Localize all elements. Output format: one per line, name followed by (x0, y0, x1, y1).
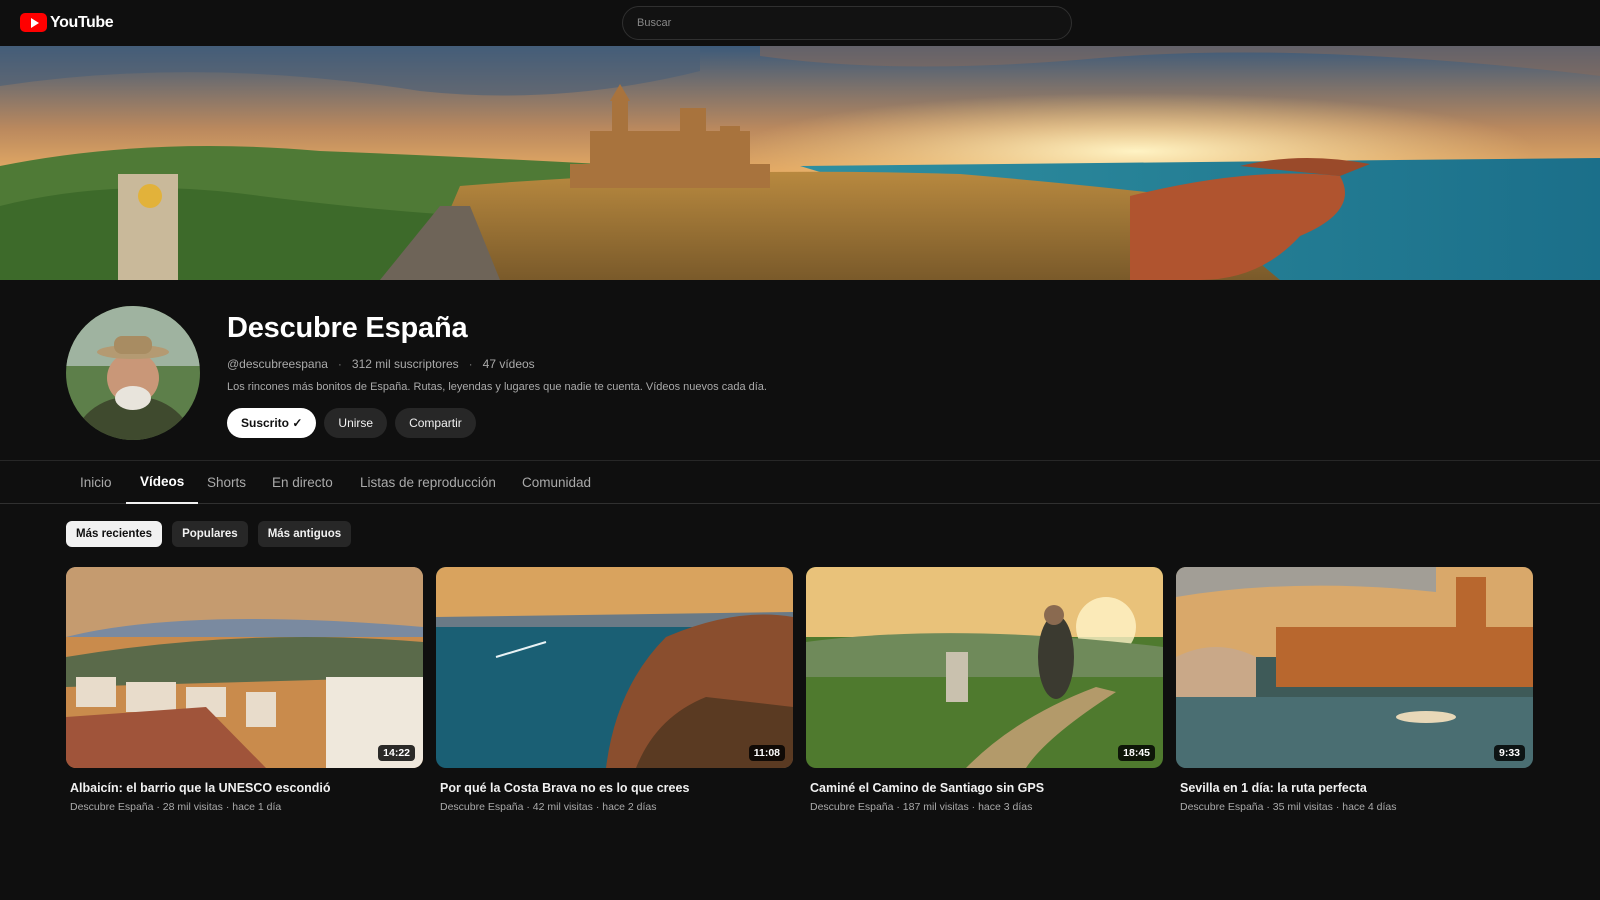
video-title[interactable]: Albaicín: el barrio que la UNESCO escond… (70, 781, 423, 795)
video-meta: Descubre España · 42 mil visitas · hace … (440, 801, 657, 813)
channel-description[interactable]: Los rincones más bonitos de España. Ruta… (227, 381, 767, 393)
video-duration: 18:45 (1118, 745, 1155, 761)
channel-meta: @descubreespana · 312 mil suscriptores ·… (227, 357, 535, 371)
tab-community[interactable]: Comunidad (508, 461, 605, 504)
channel-name: Descubre España (227, 312, 468, 344)
join-button[interactable]: Unirse (324, 408, 388, 438)
video-card[interactable]: 14:22 Albaicín: el barrio que la UNESCO … (66, 567, 423, 813)
meta-separator: · (468, 357, 473, 371)
video-meta: Descubre España · 35 mil visitas · hace … (1180, 801, 1397, 813)
video-thumbnail[interactable]: 14:22 (66, 567, 423, 768)
tab-videos[interactable]: Vídeos (126, 461, 199, 504)
video-duration: 14:22 (378, 745, 415, 761)
video-thumbnail[interactable]: 11:08 (436, 567, 793, 768)
chip-oldest[interactable]: Más antiguos (257, 521, 352, 547)
video-count: 47 vídeos (482, 357, 535, 371)
channel-banner (0, 46, 1600, 280)
channel-actions: Suscrito ✓ Unirse Compartir (227, 408, 476, 438)
subscriber-count: 312 mil suscriptores (351, 357, 459, 371)
subscribed-button[interactable]: Suscrito ✓ (227, 408, 317, 438)
video-card[interactable]: 9:33 Sevilla en 1 día: la ruta perfecta … (1176, 567, 1533, 813)
tab-playlists[interactable]: Listas de reproducción (346, 461, 510, 504)
video-meta: Descubre España · 187 mil visitas · hace… (810, 801, 1033, 813)
youtube-logo[interactable]: YouTube (20, 13, 114, 32)
channel-handle: @descubreespana (227, 357, 328, 371)
sort-chips: Más recientes Populares Más antiguos (66, 521, 352, 547)
video-title[interactable]: Sevilla en 1 día: la ruta perfecta (1180, 781, 1533, 795)
tab-shorts[interactable]: Shorts (193, 461, 260, 504)
channel-avatar[interactable] (66, 306, 200, 440)
video-thumbnail[interactable]: 18:45 (806, 567, 1163, 768)
logo-text: YouTube (50, 13, 114, 31)
video-duration: 9:33 (1493, 745, 1525, 761)
search-input[interactable] (622, 6, 1072, 40)
meta-separator: · (337, 357, 342, 371)
video-card[interactable]: 11:08 Por qué la Costa Brava no es lo qu… (436, 567, 793, 813)
share-button[interactable]: Compartir (395, 408, 476, 438)
tab-en-directo[interactable]: En directo (258, 461, 347, 504)
video-duration: 11:08 (748, 745, 785, 761)
top-bar: YouTube (0, 0, 1600, 46)
video-title[interactable]: Caminé el Camino de Santiago sin GPS (810, 781, 1163, 795)
tab-inicio[interactable]: Inicio (66, 461, 126, 504)
video-title[interactable]: Por qué la Costa Brava no es lo que cree… (440, 781, 793, 795)
video-meta: Descubre España · 28 mil visitas · hace … (70, 801, 282, 813)
video-thumbnail[interactable]: 9:33 (1176, 567, 1533, 768)
channel-tabs: Inicio Vídeos Shorts En directo Listas d… (0, 460, 1600, 504)
chip-popular[interactable]: Populares (172, 521, 248, 547)
video-card[interactable]: 18:45 Caminé el Camino de Santiago sin G… (806, 567, 1163, 813)
chip-most-recent[interactable]: Más recientes (66, 521, 163, 547)
play-icon (20, 13, 47, 32)
